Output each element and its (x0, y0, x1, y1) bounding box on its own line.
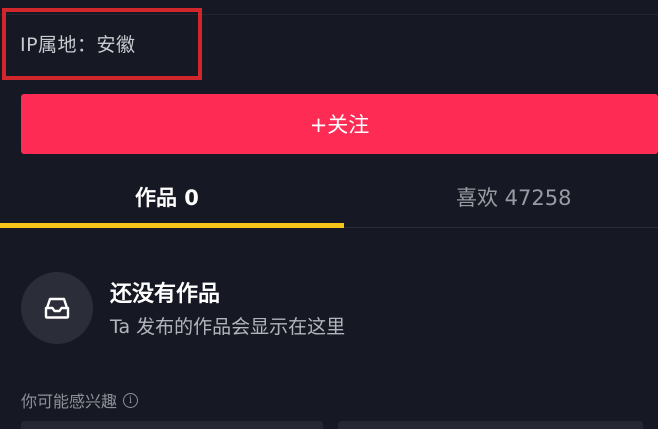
recommendation-card[interactable] (21, 421, 323, 429)
recommendation-card[interactable] (338, 421, 643, 429)
tab-works[interactable]: 作品 0 (135, 182, 199, 212)
recommendations-label: 你可能感兴趣 (21, 392, 118, 411)
empty-state-icon-wrapper (21, 272, 93, 344)
follow-button[interactable]: +关注 (21, 94, 658, 154)
empty-state-subtitle: Ta 发布的作品会显示在这里 (110, 316, 346, 338)
empty-state-title: 还没有作品 (110, 282, 221, 307)
info-icon[interactable]: i (123, 392, 139, 408)
recommendations-header: 你可能感兴趣 i (21, 388, 139, 412)
tab-likes[interactable]: 喜欢 47258 (456, 182, 571, 212)
ip-location-highlight-box (2, 8, 202, 80)
profile-page: IP属地：安徽 +关注 作品 0 喜欢 47258 还没有作品 Ta 发布的作品… (0, 0, 658, 429)
inbox-tray-icon (44, 297, 70, 319)
active-tab-indicator (0, 223, 344, 228)
